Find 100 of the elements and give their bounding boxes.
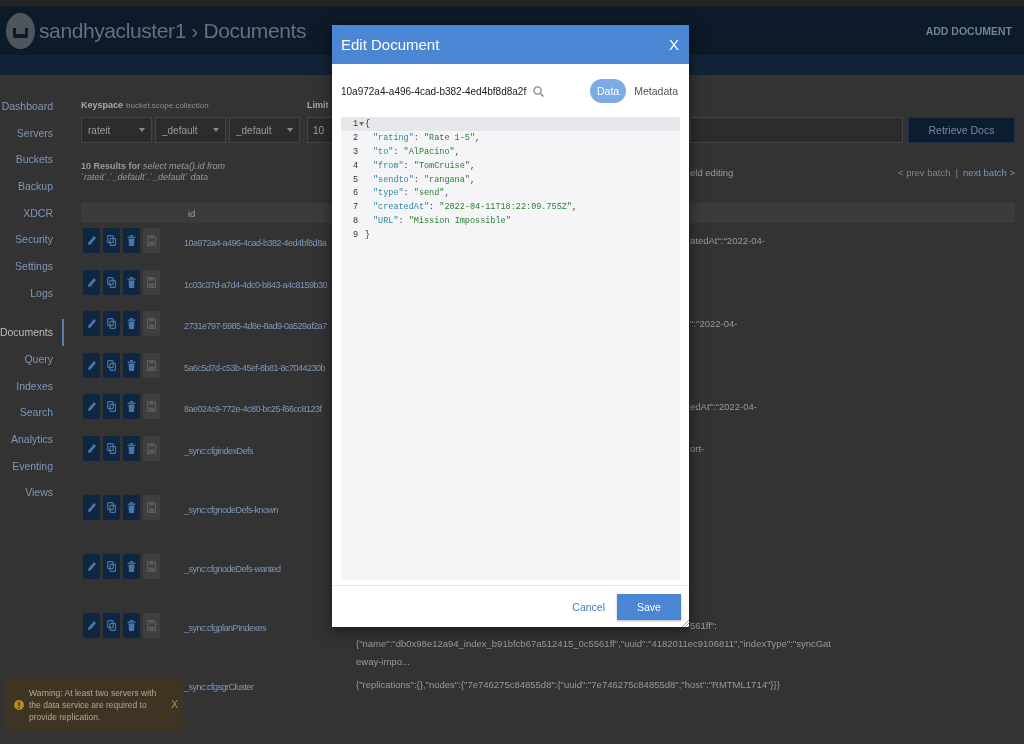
document-id-link[interactable]: 2731e797-5985-4d8e-8ad9-0a529af2a7 <box>184 321 327 331</box>
code-line: "rating": "Rate 1-5", <box>373 132 481 143</box>
filter-field[interactable] <box>690 117 903 143</box>
sidebar-item[interactable]: Indexes <box>0 372 64 400</box>
sidebar-item[interactable]: Query <box>0 345 64 373</box>
edit-button[interactable] <box>83 228 100 253</box>
keyspace-dropdown[interactable]: rateit <box>81 117 152 143</box>
sidebar-item[interactable]: Security <box>0 225 64 253</box>
warning-text: Warning: At least two servers with the data service are required to provide replication. <box>29 686 158 723</box>
dialog-title: Edit Document <box>341 36 440 53</box>
document-id-link[interactable]: _sync:cfgsgrCluster <box>184 681 254 692</box>
save-button[interactable]: Save <box>617 593 681 620</box>
copy-button[interactable] <box>103 269 120 295</box>
sidebar-item[interactable]: Dashboard <box>0 92 64 120</box>
sidebar-item[interactable]: Views <box>0 479 64 506</box>
search-icon[interactable] <box>533 85 545 97</box>
edit-button[interactable] <box>83 435 100 461</box>
add-document-button[interactable]: ADD DOCUMENT <box>925 24 1012 37</box>
document-id-link[interactable]: _sync:cfgplanPIndexes <box>184 622 267 633</box>
copy-button[interactable] <box>103 352 120 378</box>
json-editor[interactable]: 1 { 2 "rating": "Rate 1-5", 3 "to": "AlPacino", 4 "from": "TomCruise", 5 "sendto": "rangana", 6 "type": "send", 7 "createdAt": "2022-04-11T18:22:09.755Z", 8 "URL": "Mission Impossible" 9 } <box>341 117 680 580</box>
document-id-link[interactable]: 5a6c5d7d-c53b-45ef-8b81-8c7044230b <box>184 362 326 373</box>
copy-button[interactable] <box>103 394 120 419</box>
copy-button[interactable] <box>103 612 120 638</box>
sidebar-item[interactable]: Servers <box>0 119 64 146</box>
copy-icon <box>107 359 116 371</box>
caret-icon <box>287 128 293 132</box>
edit-button[interactable] <box>83 311 100 336</box>
keyspace-dropdown[interactable]: _default <box>155 117 226 143</box>
pencil-icon <box>87 235 96 246</box>
delete-button[interactable] <box>123 435 140 461</box>
pencil-icon <box>87 501 96 513</box>
copy-button[interactable] <box>103 311 120 336</box>
document-id-link[interactable]: 8ae024c9-772e-4c80-bc25-f66cc8123f <box>184 404 322 414</box>
document-id-link[interactable]: _sync:cfgnodeDefs-known <box>184 504 279 515</box>
code-line: "createdAt": "2022-04-11T18:22:09.755Z", <box>373 202 578 213</box>
document-id-link[interactable]: _sync:cfgindexDefs <box>184 445 254 456</box>
document-id: 10a972a4-a496-4cad-b382-4ed4bf8d8a2f <box>341 85 527 97</box>
logo-icon <box>6 12 35 49</box>
trash-icon <box>127 276 136 288</box>
line-number: 8 <box>351 216 358 227</box>
batch-link[interactable]: next batch > <box>962 166 1015 178</box>
delete-button[interactable] <box>123 612 140 638</box>
pencil-icon <box>87 276 96 288</box>
copy-button[interactable] <box>103 553 120 579</box>
caret-icon[interactable] <box>359 121 364 126</box>
sidebar-item[interactable]: Logs <box>0 279 64 306</box>
edit-button[interactable] <box>83 494 100 520</box>
sidebar-item[interactable]: Buckets <box>0 145 64 173</box>
line-number: 2 <box>351 132 358 143</box>
document-id-link[interactable]: 10a972a4-a496-4cad-b382-4ed4bf8d8a <box>184 238 327 248</box>
edit-button[interactable] <box>83 612 100 638</box>
page-title: sandhyacluster1 › Documents <box>39 18 306 43</box>
delete-button[interactable] <box>123 228 140 253</box>
results-note: eld editing <box>690 166 734 178</box>
document-preview: eway-impo... <box>356 654 410 669</box>
sidebar-item[interactable]: Documents <box>0 319 64 346</box>
copy-icon <box>107 619 116 631</box>
document-id-link[interactable]: _sync:cfgnodeDefs-wanted <box>184 563 281 574</box>
sidebar-item[interactable]: XDCR <box>0 199 64 226</box>
resize-grip-icon[interactable] <box>681 619 689 627</box>
sidebar-item[interactable]: Backup <box>0 172 64 200</box>
copy-button[interactable] <box>103 494 120 520</box>
view-tab[interactable]: Data <box>590 79 627 103</box>
sidebar-item[interactable]: Eventing <box>0 452 64 480</box>
edit-button[interactable] <box>83 553 100 579</box>
delete-button[interactable] <box>123 269 140 295</box>
sidebar-item[interactable]: Search <box>0 399 64 426</box>
pencil-icon <box>87 442 96 454</box>
line-number: 7 <box>351 202 358 213</box>
keyspace-label: Keyspace <box>81 100 124 110</box>
edit-button[interactable] <box>83 352 100 378</box>
retrieve-docs-button[interactable]: Retrieve Docs <box>908 117 1015 143</box>
delete-button[interactable] <box>123 352 140 378</box>
document-preview: 561ff": <box>690 618 717 633</box>
delete-button[interactable] <box>123 494 140 520</box>
line-number: 6 <box>351 188 358 199</box>
document-id-link[interactable]: 1c03c37d-a7d4-4dc0-b843-a4c8159b30 <box>184 279 328 290</box>
delete-button[interactable] <box>123 394 140 419</box>
edit-button[interactable] <box>83 394 100 419</box>
cancel-button[interactable]: Cancel <box>572 600 605 613</box>
delete-button[interactable] <box>123 553 140 579</box>
trash-icon <box>127 401 136 412</box>
code-line: "URL": "Mission Impossible" <box>373 216 511 227</box>
line-number: 5 <box>351 174 358 185</box>
copy-button[interactable] <box>103 435 120 461</box>
copy-icon <box>107 276 116 288</box>
keyspace-dropdown[interactable]: _default <box>229 117 300 143</box>
sidebar-item[interactable]: Analytics <box>0 425 64 453</box>
limit-field[interactable]: 10 <box>307 117 332 143</box>
copy-icon <box>107 501 116 513</box>
view-tab[interactable]: Metadata <box>632 79 680 103</box>
close-button[interactable]: X <box>669 36 679 53</box>
pencil-icon <box>87 318 96 329</box>
edit-button[interactable] <box>83 269 100 295</box>
sidebar-item[interactable]: Settings <box>0 252 64 280</box>
copy-button[interactable] <box>103 228 120 253</box>
close-button[interactable]: X <box>171 699 178 710</box>
delete-button[interactable] <box>123 311 140 336</box>
limit-label: Limit <box>307 100 329 110</box>
